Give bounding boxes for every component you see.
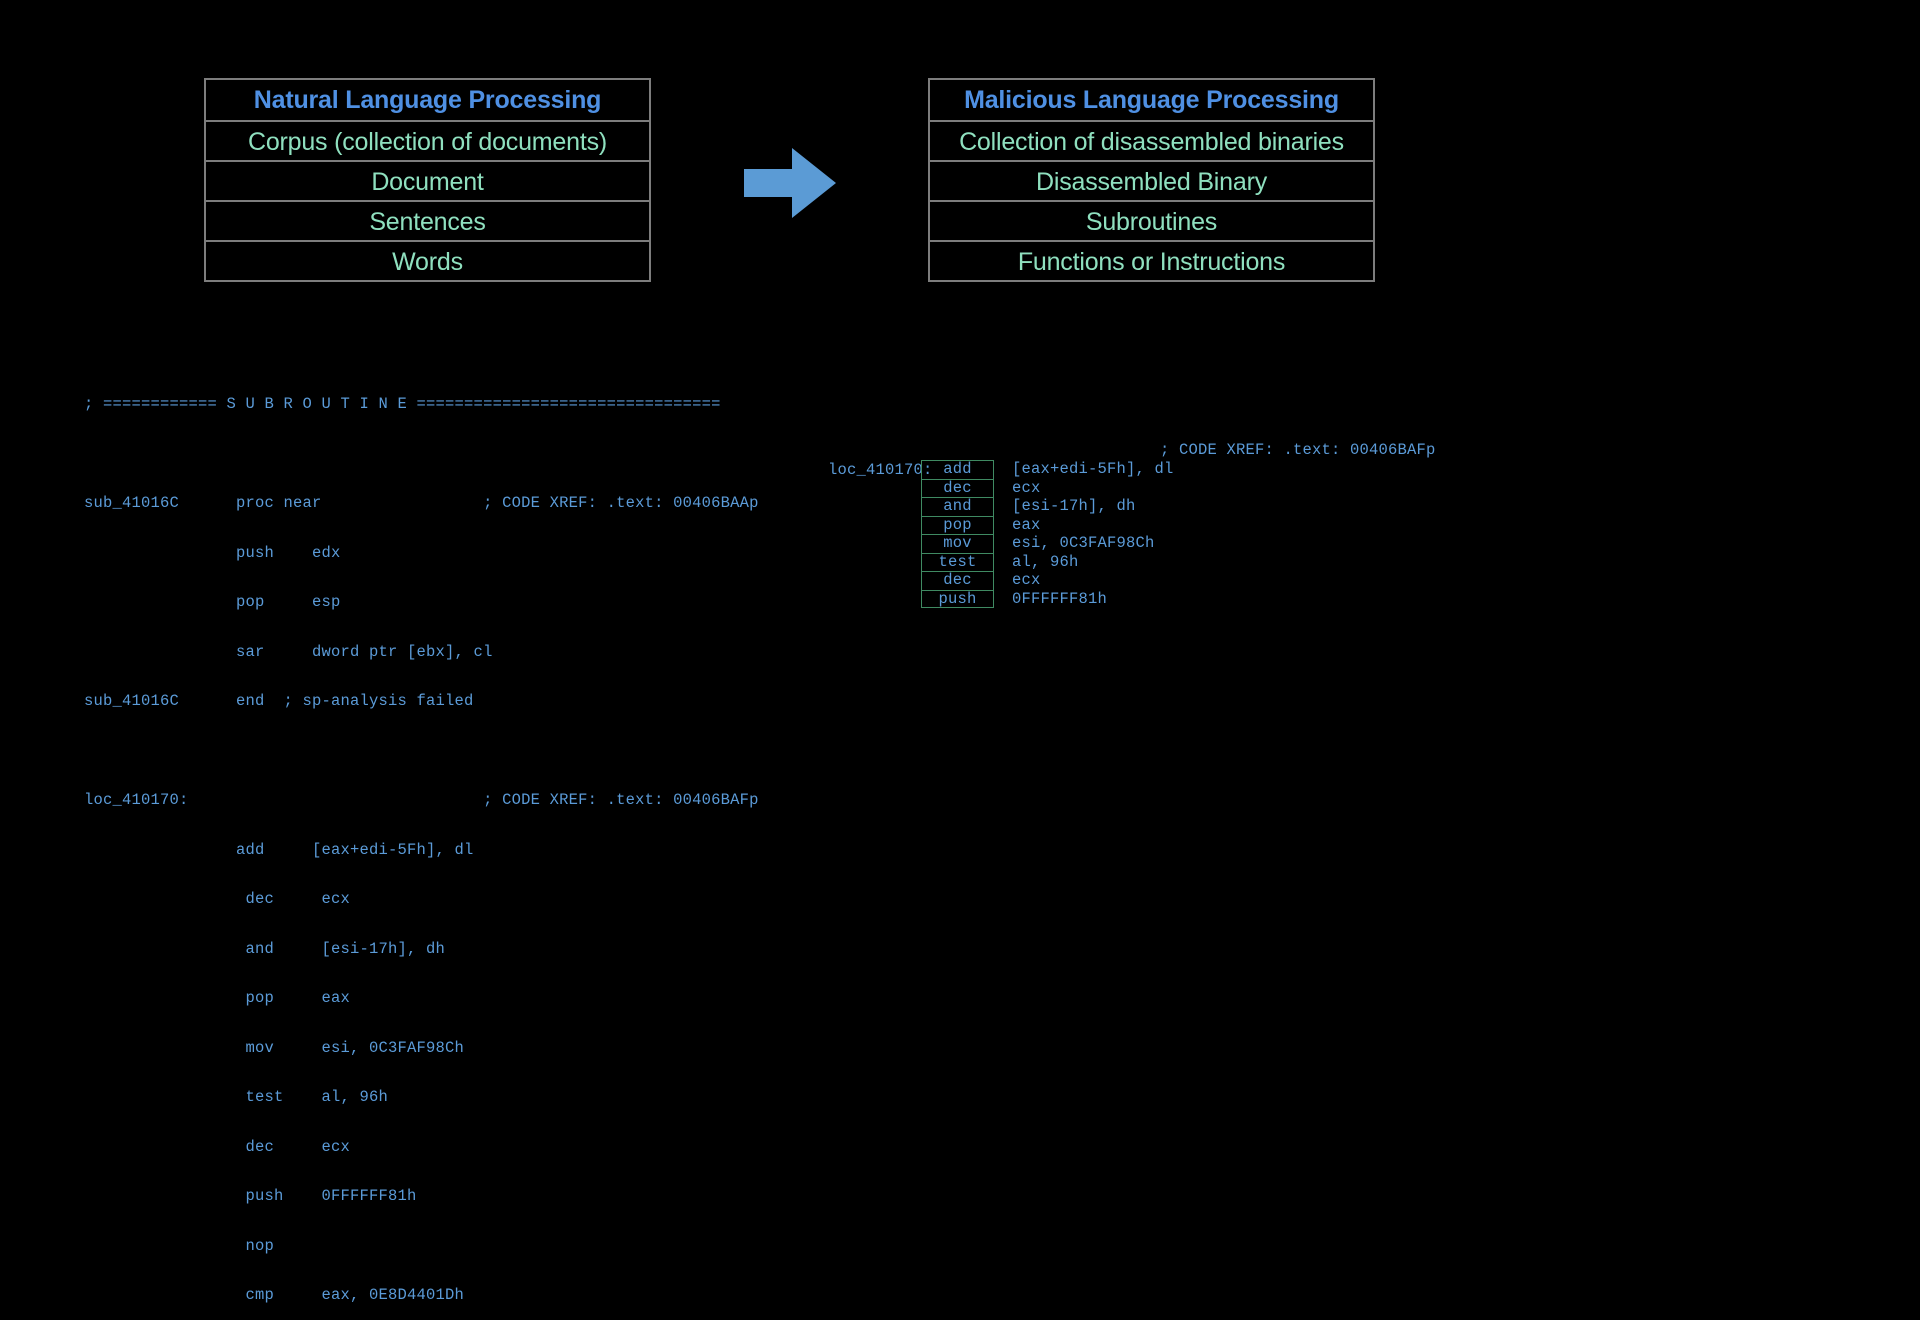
token-mnemonic-box: and [921,497,994,516]
token-row: mov esi, 0C3FAF98Ch [921,534,1174,553]
code-line: dec ecx [84,890,351,908]
token-row: push 0FFFFFF81h [921,589,1174,608]
code-line: add [eax+edi-5Fh], dl [84,840,474,859]
code-line: mov esi, 0C3FAF98Ch [84,1038,465,1057]
token-operands: [eax+edi-5Fh], dl [1012,460,1174,478]
nlp-table-row-document: Document [206,160,649,200]
nlp-analogy-table: Natural Language Processing Corpus (coll… [204,78,651,282]
token-row: test al, 96h [921,552,1174,571]
token-operands: al, 96h [1012,552,1079,571]
raw-disassembly-listing: ; ============ S U B R O U T I N E =====… [84,363,759,1320]
tokenized-xref-comment: ; CODE XREF: .text: 00406BAFp [1160,441,1436,459]
token-mnemonic-box: add [921,460,994,479]
code-line: push 0FFFFFF81h [84,1187,417,1205]
mlp-table-row-binary: Disassembled Binary [930,160,1373,200]
token-mnemonic-box: dec [921,571,994,590]
token-row: pop eax [921,515,1174,534]
code-line: ; ============ S U B R O U T I N E =====… [84,395,721,413]
code-line: sub_41016C proc near ; CODE XREF: .text:… [84,494,759,512]
token-mnemonic-box: dec [921,478,994,497]
token-operands: ecx [1012,571,1041,589]
code-line: pop eax [84,989,351,1007]
code-line: cmp eax, 0E8D4401Dh [84,1286,465,1304]
tokenized-location-header: loc_410170: ; CODE XREF: .text: 00406BAF… [790,440,1435,479]
code-line: sub_41016C end ; sp-analysis failed [84,692,474,710]
token-mnemonic-box: test [921,552,994,571]
token-row: dec ecx [921,478,1174,497]
tokenized-location-label: loc_410170: [828,461,933,479]
token-row: add [eax+edi-5Fh], dl [921,460,1174,479]
code-line: loc_410170: ; CODE XREF: .text: 00406BAF… [84,791,759,809]
token-mnemonic-box: pop [921,515,994,534]
token-operands: ecx [1012,478,1041,497]
token-operands: 0FFFFFF81h [1012,589,1108,608]
mlp-table-row-collection: Collection of disassembled binaries [930,120,1373,160]
token-row: and [esi-17h], dh [921,497,1174,516]
nlp-table-header: Natural Language Processing [253,86,602,114]
token-mnemonic-box: push [921,589,994,608]
nlp-table-row-words: Words [206,240,649,280]
code-line: test al, 96h [84,1088,389,1106]
token-operands: eax [1012,515,1041,534]
token-operands: [esi-17h], dh [1012,497,1136,515]
code-line: push edx [84,543,341,562]
nlp-table-row-corpus: Corpus (collection of documents) [206,120,649,160]
nlp-table-row-sentences: Sentences [206,200,649,240]
mlp-analogy-table: Malicious Language Processing Collection… [928,78,1375,282]
code-line: and [esi-17h], dh [84,939,446,958]
code-line: dec ecx [84,1137,351,1156]
mlp-table-header: Malicious Language Processing [964,86,1339,114]
token-mnemonic-box: mov [921,534,994,553]
mlp-table-row-subroutines: Subroutines [930,200,1373,240]
code-line: pop esp [84,593,341,611]
token-row: dec ecx [921,571,1174,590]
token-operands: esi, 0C3FAF98Ch [1012,534,1155,552]
code-line: sar dword ptr [ebx], cl [84,642,493,661]
token-rows: add [eax+edi-5Fh], dl dec ecx and [esi-1… [921,460,1174,608]
tokenized-disassembly-listing: loc_410170: ; CODE XREF: .text: 00406BAF… [790,440,1435,608]
mlp-table-row-functions: Functions or Instructions [930,240,1373,280]
arrow-right-icon [744,148,836,218]
code-line: nop [84,1236,275,1255]
